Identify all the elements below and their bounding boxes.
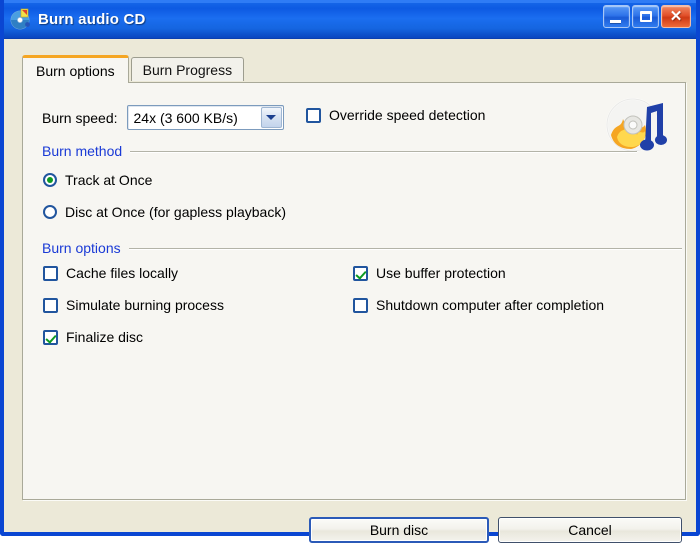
checkbox-finalize-disc-label: Finalize disc [66, 329, 144, 345]
radio-track-at-once-control[interactable] [43, 173, 57, 187]
checkbox-cache-files-locally[interactable]: Cache files locally [43, 265, 178, 281]
checkbox-shutdown-after-completion-label: Shutdown computer after completion [376, 297, 605, 313]
close-icon: ✕ [669, 8, 683, 25]
checkbox-cache-files-locally-label: Cache files locally [66, 265, 179, 281]
burn-speed-value: 24x (3 600 KB/s) [133, 109, 238, 126]
checkbox-finalize-disc[interactable]: Finalize disc [43, 329, 143, 345]
radio-track-at-once[interactable]: Track at Once [43, 172, 152, 188]
window-title: Burn audio CD [38, 10, 146, 28]
burn-method-section-header: Burn method [42, 143, 637, 159]
checkbox-simulate-burning-process[interactable]: Simulate burning process [43, 297, 224, 313]
burn-speed-dropdown-button[interactable] [260, 107, 282, 128]
checkbox-shutdown-after-completion[interactable]: Shutdown computer after completion [353, 297, 604, 313]
burn-speed-row: Burn speed: 24x (3 600 KB/s) [42, 105, 284, 130]
dialog-body: Burn options Burn Progress Burn speed: 2… [4, 39, 696, 543]
close-button[interactable]: ✕ [661, 5, 691, 28]
maximize-icon [640, 11, 652, 22]
burn-audio-cd-window: Burn audio CD ✕ Burn options Burn Progre… [0, 0, 700, 543]
minimize-button[interactable] [603, 5, 630, 28]
burn-options-panel: Burn speed: 24x (3 600 KB/s) Override sp… [22, 82, 686, 500]
checkbox-shutdown-after-completion-box[interactable] [353, 297, 368, 313]
window-controls: ✕ [603, 5, 691, 28]
tab-burn-options[interactable]: Burn options [22, 55, 129, 83]
radio-disc-at-once[interactable]: Disc at Once (for gapless playback) [43, 204, 286, 220]
burn-options-section-header: Burn options [42, 240, 682, 256]
override-speed-detection-label: Override speed detection [329, 107, 486, 123]
checkbox-simulate-burning-process-label: Simulate burning process [66, 297, 224, 313]
burn-options-divider [128, 247, 682, 249]
audio-cd-icon [10, 8, 32, 30]
burn-speed-select[interactable]: 24x (3 600 KB/s) [126, 105, 284, 130]
tab-burn-progress-label: Burn Progress [142, 61, 233, 78]
checkbox-use-buffer-protection-label: Use buffer protection [376, 265, 506, 281]
checkbox-use-buffer-protection-box[interactable] [353, 265, 368, 281]
burn-options-title: Burn options [42, 240, 121, 256]
cancel-button[interactable]: Cancel [498, 517, 682, 543]
radio-disc-at-once-label: Disc at Once (for gapless playback) [65, 204, 286, 220]
tab-strip: Burn options Burn Progress [22, 55, 245, 83]
burn-method-divider [130, 150, 637, 152]
checkbox-simulate-burning-process-box[interactable] [43, 297, 58, 313]
burn-method-title: Burn method [42, 143, 123, 159]
burn-speed-label: Burn speed: [42, 109, 118, 126]
maximize-button[interactable] [632, 5, 659, 28]
tab-burn-progress[interactable]: Burn Progress [130, 57, 245, 81]
override-speed-detection-box[interactable] [306, 107, 321, 123]
tab-burn-options-label: Burn options [36, 62, 115, 79]
radio-track-at-once-label: Track at Once [65, 172, 153, 188]
burn-disc-button[interactable]: Burn disc [309, 517, 489, 543]
minimize-icon [610, 20, 621, 23]
title-bar: Burn audio CD ✕ [4, 0, 696, 39]
chevron-down-icon [266, 115, 276, 120]
checkbox-finalize-disc-box[interactable] [43, 329, 58, 345]
checkbox-use-buffer-protection[interactable]: Use buffer protection [353, 265, 506, 281]
radio-disc-at-once-control[interactable] [43, 205, 57, 219]
override-speed-detection-checkbox[interactable]: Override speed detection [306, 107, 485, 123]
checkbox-cache-files-locally-box[interactable] [43, 265, 58, 281]
